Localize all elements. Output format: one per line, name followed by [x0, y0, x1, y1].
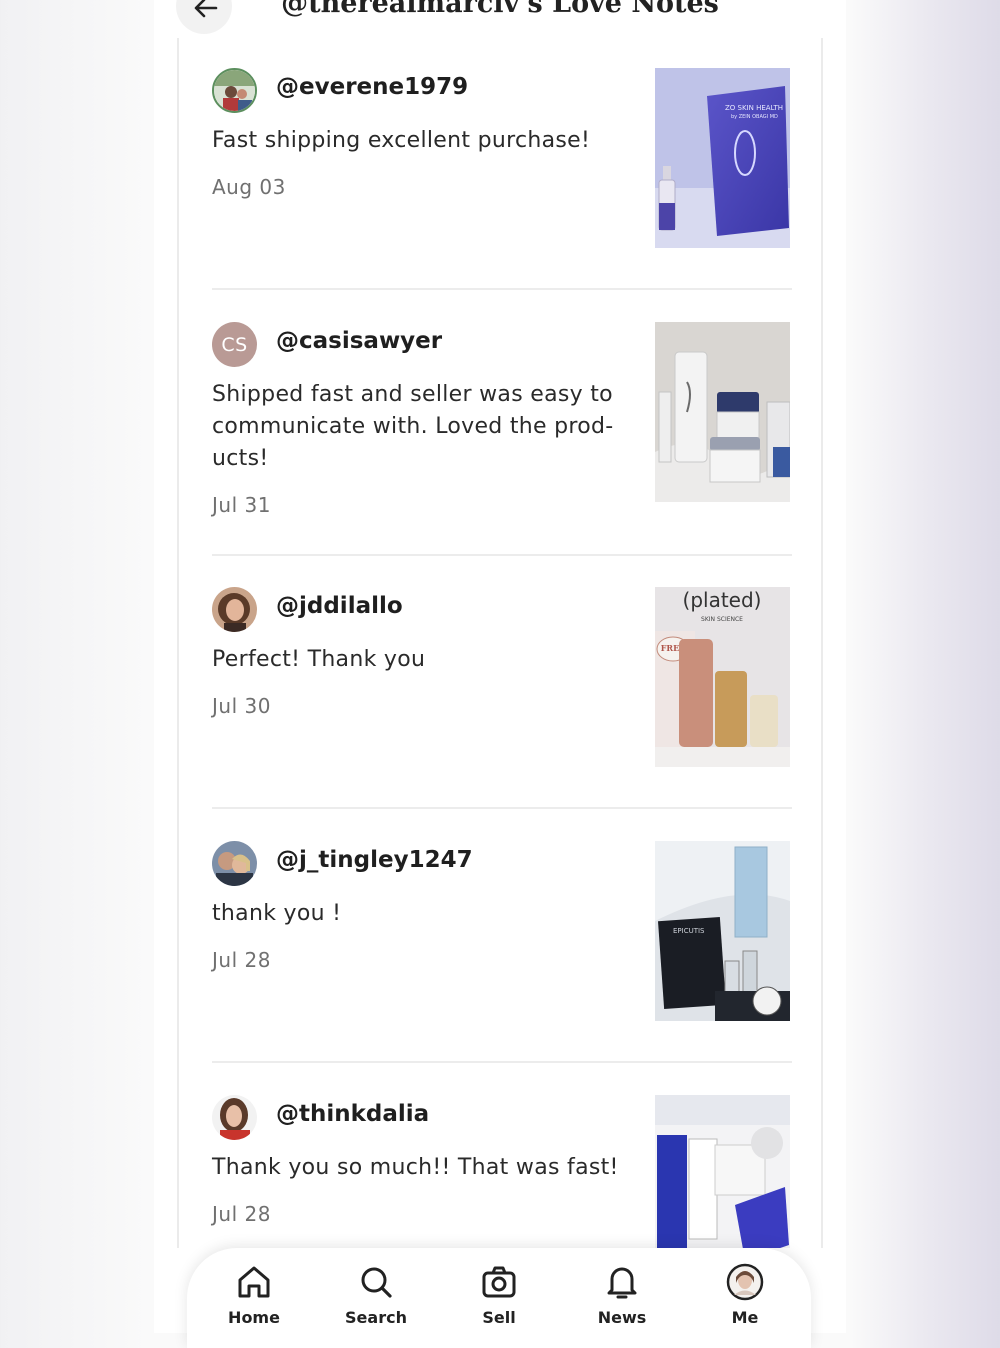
tab-label: Me [731, 1308, 759, 1327]
product-image [655, 1095, 790, 1248]
divider [212, 807, 792, 809]
review-username[interactable]: @casisawyer [276, 328, 442, 354]
brand-sublabel: SKIN SCIENCE [701, 616, 743, 623]
bell-icon [607, 1267, 637, 1299]
search-icon [361, 1267, 392, 1298]
tab-label: Search [345, 1308, 407, 1327]
page-title: @therealmarciv's Love Notes [281, 0, 719, 19]
divider [212, 554, 792, 556]
bottom-tab-bar: Home Search Sell News Me [187, 1248, 811, 1348]
product-image: EPICUTIS [655, 841, 790, 1021]
tab-me[interactable]: Me [695, 1262, 795, 1327]
review-date: Jul 31 [212, 493, 271, 517]
brand-label: (plated) [683, 588, 762, 612]
product-image: (plated) SKIN SCIENCE FREE [655, 587, 790, 767]
tab-home[interactable]: Home [204, 1262, 304, 1327]
brand-label: ZO SKIN HEALTH [725, 104, 783, 112]
product-thumbnail[interactable]: (plated) SKIN SCIENCE FREE [655, 587, 790, 767]
reviews-list[interactable]: @everene1979 Fast shipping excellent pur… [177, 38, 823, 1248]
product-thumbnail[interactable]: ZO SKIN HEALTH by ZEIN OBAGI MD [655, 68, 790, 248]
review-text: Perfect! Thank you [212, 647, 426, 672]
review-item: @j_tingley1247 thank you ! Jul 28 EPICUT… [212, 841, 792, 1063]
review-username[interactable]: @j_tingley1247 [276, 847, 473, 873]
app-screen: @therealmarciv's Love Notes @everene1979… [154, 0, 846, 1348]
divider [212, 1061, 792, 1063]
tab-news[interactable]: News [572, 1262, 672, 1327]
avatar[interactable] [212, 841, 257, 886]
avatar-photo [214, 70, 255, 111]
review-date: Jul 30 [212, 694, 271, 718]
review-item: @everene1979 Fast shipping excellent pur… [212, 68, 792, 290]
product-thumbnail[interactable] [655, 322, 790, 502]
product-thumbnail[interactable] [655, 1095, 790, 1248]
review-date: Jul 28 [212, 948, 271, 972]
product-image [655, 322, 790, 502]
camera-icon [482, 1266, 516, 1298]
tab-sell[interactable]: Sell [449, 1262, 549, 1327]
avatar[interactable] [212, 1095, 257, 1140]
header: @therealmarciv's Love Notes [154, 0, 846, 38]
avatar[interactable] [212, 587, 257, 632]
review-text: Shipped fast and seller was easy to comm… [212, 382, 614, 471]
tab-search[interactable]: Search [326, 1262, 426, 1327]
home-icon [238, 1266, 270, 1298]
review-date: Jul 28 [212, 1202, 271, 1226]
tab-label: Home [228, 1308, 280, 1327]
review-username[interactable]: @jddilallo [276, 593, 403, 619]
avatar[interactable] [212, 68, 257, 113]
avatar[interactable]: CS [212, 322, 257, 367]
avatar-initials: CS [212, 322, 257, 367]
brand-sublabel: by ZEIN OBAGI MD [731, 114, 778, 120]
review-username[interactable]: @everene1979 [276, 74, 468, 100]
review-text: Fast shipping excellent purchase! [212, 128, 591, 153]
divider [212, 288, 792, 290]
product-thumbnail[interactable]: EPICUTIS [655, 841, 790, 1021]
review-date: Aug 03 [212, 175, 286, 199]
brand-label: EPICUTIS [673, 927, 705, 935]
product-image: ZO SKIN HEALTH by ZEIN OBAGI MD [655, 68, 790, 248]
avatar-icon [726, 1263, 764, 1301]
review-item: @jddilallo Perfect! Thank you Jul 30 (pl… [212, 587, 792, 809]
avatar-photo [212, 841, 257, 886]
review-text: Thank you so much!! That was fast! [212, 1155, 619, 1180]
tab-label: News [597, 1308, 647, 1327]
review-item: @thinkdalia Thank you so much!! That was… [212, 1095, 792, 1248]
avatar-photo [212, 1095, 257, 1140]
review-username[interactable]: @thinkdalia [276, 1101, 429, 1127]
avatar-photo [212, 587, 257, 632]
review-item: CS @casisawyer Shipped fast and seller w… [212, 322, 792, 556]
review-text: thank you ! [212, 901, 342, 926]
tab-label: Sell [482, 1308, 516, 1327]
